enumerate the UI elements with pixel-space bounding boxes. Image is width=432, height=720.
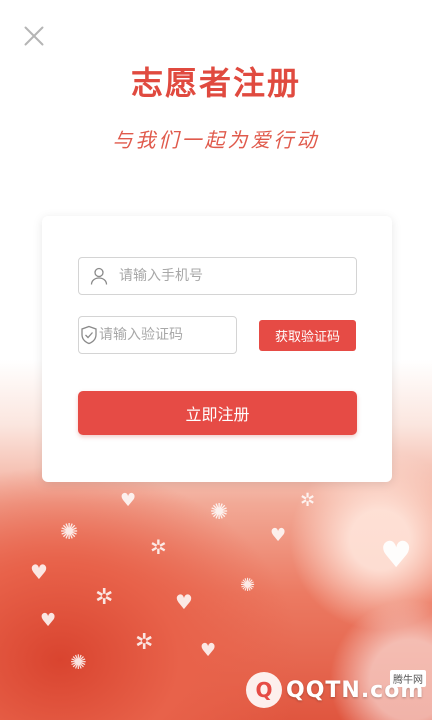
heart-seed: ♥ [40, 610, 57, 631]
watermark-logo: Q QQTN.com 腾牛网 [246, 668, 426, 712]
code-input[interactable] [99, 318, 273, 352]
heart-seed: ♥ [30, 560, 48, 584]
heart-seed: ✲ [135, 630, 154, 655]
heart-seed: ✲ [150, 535, 167, 559]
page-title: 志愿者注册 [130, 64, 301, 102]
get-code-button[interactable]: 获取验证码 [259, 320, 356, 351]
shield-check-icon [79, 317, 99, 353]
page-slogan: 与我们一起为爱行动 [112, 128, 320, 152]
register-card: 获取验证码 立即注册 [42, 216, 392, 482]
phone-input[interactable] [119, 259, 356, 293]
heart-seed: ✺ [60, 520, 79, 545]
heart-seed: ✺ [210, 500, 229, 525]
heart-seed: ♥ [200, 640, 217, 661]
heart-seed: ♥ [270, 525, 287, 546]
heart-seed: ✲ [95, 585, 114, 610]
heart-seed: ✲ [300, 490, 316, 511]
register-button[interactable]: 立即注册 [78, 391, 357, 435]
code-field [78, 316, 273, 354]
heart-seed: ✺ [240, 575, 256, 596]
heart-seed: ♥ [175, 590, 193, 614]
heart-seed: ♥ [120, 490, 137, 511]
heart-seed: ✺ [70, 650, 87, 674]
close-button[interactable] [20, 22, 48, 50]
heart-seed: ♥ [380, 535, 413, 576]
watermark-badge: 腾牛网 [390, 670, 426, 687]
phone-field [78, 257, 357, 295]
user-icon [79, 258, 119, 294]
watermark-icon: Q [246, 672, 282, 708]
